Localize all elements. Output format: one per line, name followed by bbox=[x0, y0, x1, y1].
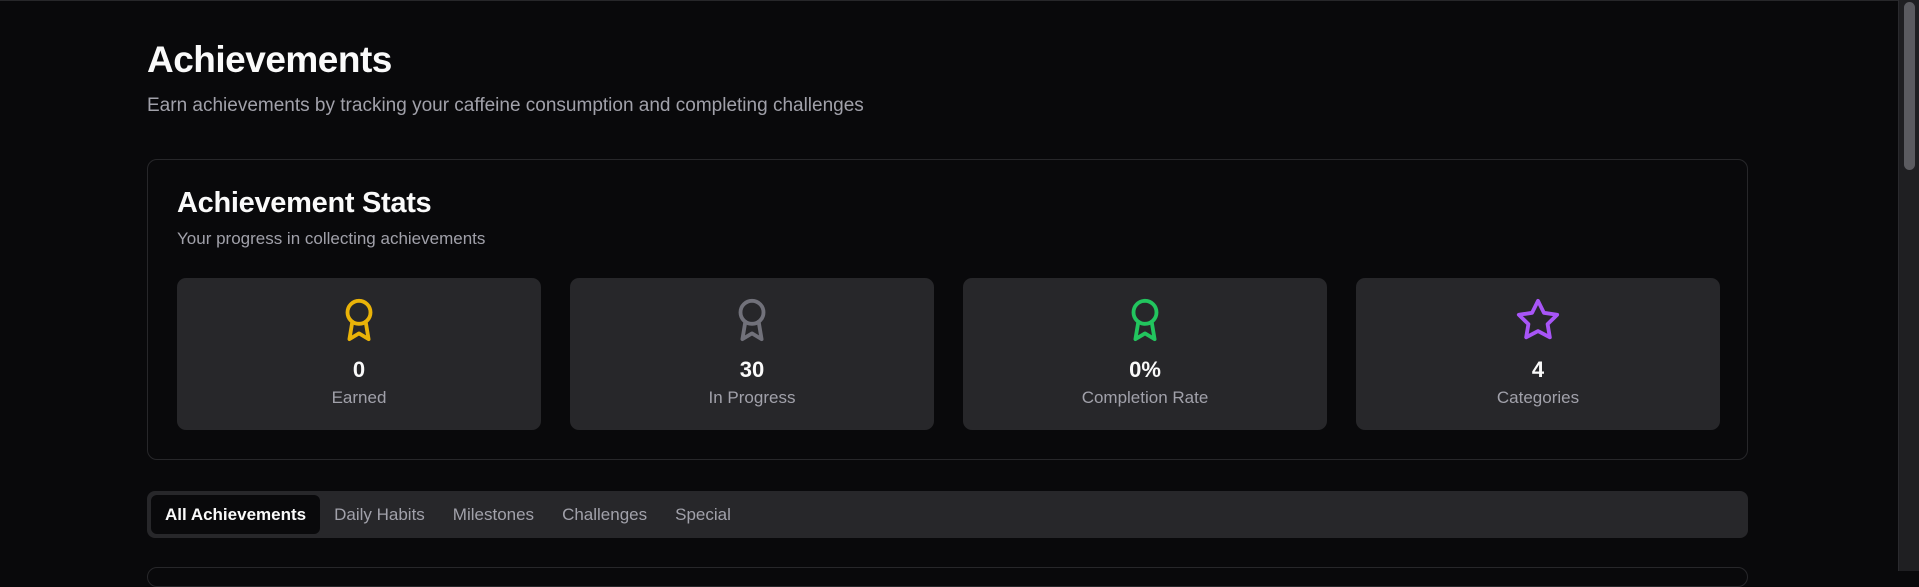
tab-milestones[interactable]: Milestones bbox=[439, 495, 548, 534]
star-icon bbox=[1515, 297, 1561, 343]
page-title: Achievements bbox=[147, 39, 392, 80]
stat-label: Completion Rate bbox=[1081, 388, 1209, 407]
achievement-stats-card: Achievement Stats Your progress in colle… bbox=[147, 159, 1748, 460]
stat-value: 0 bbox=[352, 357, 366, 382]
stat-value: 30 bbox=[739, 357, 765, 382]
tab-daily-habits[interactable]: Daily Habits bbox=[320, 495, 439, 534]
stat-tile-earned: 0 Earned bbox=[177, 278, 541, 430]
stats-tiles: 0 Earned 30 In Progress 0% Completion Ra… bbox=[177, 278, 1720, 430]
page-subtitle: Earn achievements by tracking your caffe… bbox=[147, 95, 864, 116]
tab-special[interactable]: Special bbox=[661, 495, 745, 534]
stats-subtitle: Your progress in collecting achievements bbox=[177, 229, 486, 248]
scrollbar-thumb[interactable] bbox=[1904, 2, 1915, 170]
achievements-list-card bbox=[147, 567, 1748, 587]
award-icon bbox=[336, 297, 382, 343]
window-top-border bbox=[0, 0, 1899, 1]
stat-label: Categories bbox=[1496, 388, 1580, 407]
stat-label: In Progress bbox=[708, 388, 796, 407]
stat-tile-categories: 4 Categories bbox=[1356, 278, 1720, 430]
tab-all-achievements[interactable]: All Achievements bbox=[151, 495, 321, 534]
award-icon bbox=[729, 297, 775, 343]
stat-value: 4 bbox=[1531, 357, 1545, 382]
vertical-scrollbar[interactable] bbox=[1898, 0, 1919, 571]
stat-tile-completion-rate: 0% Completion Rate bbox=[963, 278, 1327, 430]
stat-label: Earned bbox=[331, 388, 387, 407]
tab-challenges[interactable]: Challenges bbox=[548, 495, 661, 534]
stat-value: 0% bbox=[1129, 357, 1161, 382]
award-icon bbox=[1122, 297, 1168, 343]
achievement-category-tabs: All Achievements Daily Habits Milestones… bbox=[147, 491, 1748, 538]
stat-tile-in-progress: 30 In Progress bbox=[570, 278, 934, 430]
stats-title: Achievement Stats bbox=[177, 187, 432, 219]
